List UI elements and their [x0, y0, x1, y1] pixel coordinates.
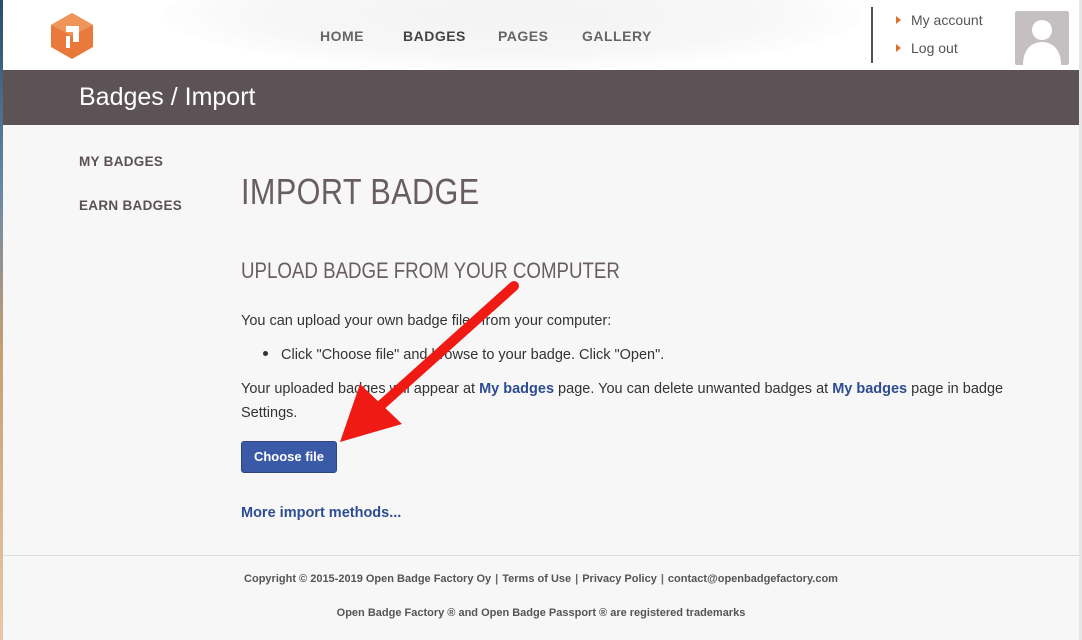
- nav-pages[interactable]: PAGES: [498, 28, 548, 44]
- trademarks-text: Open Badge Factory ® and Open Badge Pass…: [336, 607, 746, 619]
- nav-badges[interactable]: BADGES: [403, 28, 466, 44]
- footer-separator: |: [660, 573, 664, 585]
- nav-gallery[interactable]: GALLERY: [582, 28, 652, 44]
- page-footer: Copyright © 2015-2019 Open Badge Factory…: [3, 555, 1079, 640]
- avatar-person-icon: [1023, 20, 1061, 65]
- caret-right-icon: [896, 44, 901, 52]
- terms-of-use-link[interactable]: Terms of Use: [502, 573, 571, 585]
- sidebar-item-my-badges[interactable]: MY BADGES: [79, 154, 163, 169]
- more-import-methods-link[interactable]: More import methods...: [241, 505, 401, 521]
- footer-separator: |: [495, 573, 499, 585]
- sidebar-item-earn-badges[interactable]: EARN BADGES: [79, 198, 182, 213]
- account-divider: [871, 7, 873, 63]
- footer-links-line: Copyright © 2015-2019 Open Badge Factory…: [3, 573, 1079, 585]
- caret-right-icon: [896, 16, 901, 24]
- page-title: Badges / Import: [79, 83, 256, 111]
- import-badge-heading: IMPORT BADGE: [241, 171, 480, 212]
- info-text-3: page in badge: [907, 381, 1004, 397]
- page-title-bar: Badges / Import: [3, 70, 1079, 125]
- user-avatar[interactable]: [1015, 11, 1069, 65]
- my-badges-link-2[interactable]: My badges: [832, 381, 907, 397]
- annotation-arrow-icon: [340, 281, 519, 442]
- copyright-text: Copyright © 2015-2019 Open Badge Factory…: [244, 573, 492, 585]
- top-header: HOME BADGES PAGES GALLERY My account Log…: [3, 0, 1079, 70]
- bullet-icon: [263, 351, 268, 356]
- contact-email-link[interactable]: contact@openbadgefactory.com: [668, 573, 838, 585]
- main-content: MY BADGES EARN BADGES IMPORT BADGE UPLOA…: [3, 125, 1079, 555]
- log-out-link[interactable]: Log out: [896, 40, 958, 56]
- nav-home[interactable]: HOME: [320, 28, 364, 44]
- info-text-4: Settings.: [241, 405, 298, 421]
- my-account-link[interactable]: My account: [896, 12, 983, 28]
- choose-file-button[interactable]: Choose file: [241, 441, 337, 473]
- info-text-2: page. You can delete unwanted badges at: [554, 381, 833, 397]
- footer-separator: |: [575, 573, 579, 585]
- privacy-policy-link[interactable]: Privacy Policy: [582, 573, 657, 585]
- log-out-label: Log out: [911, 40, 958, 56]
- my-account-label: My account: [911, 12, 983, 28]
